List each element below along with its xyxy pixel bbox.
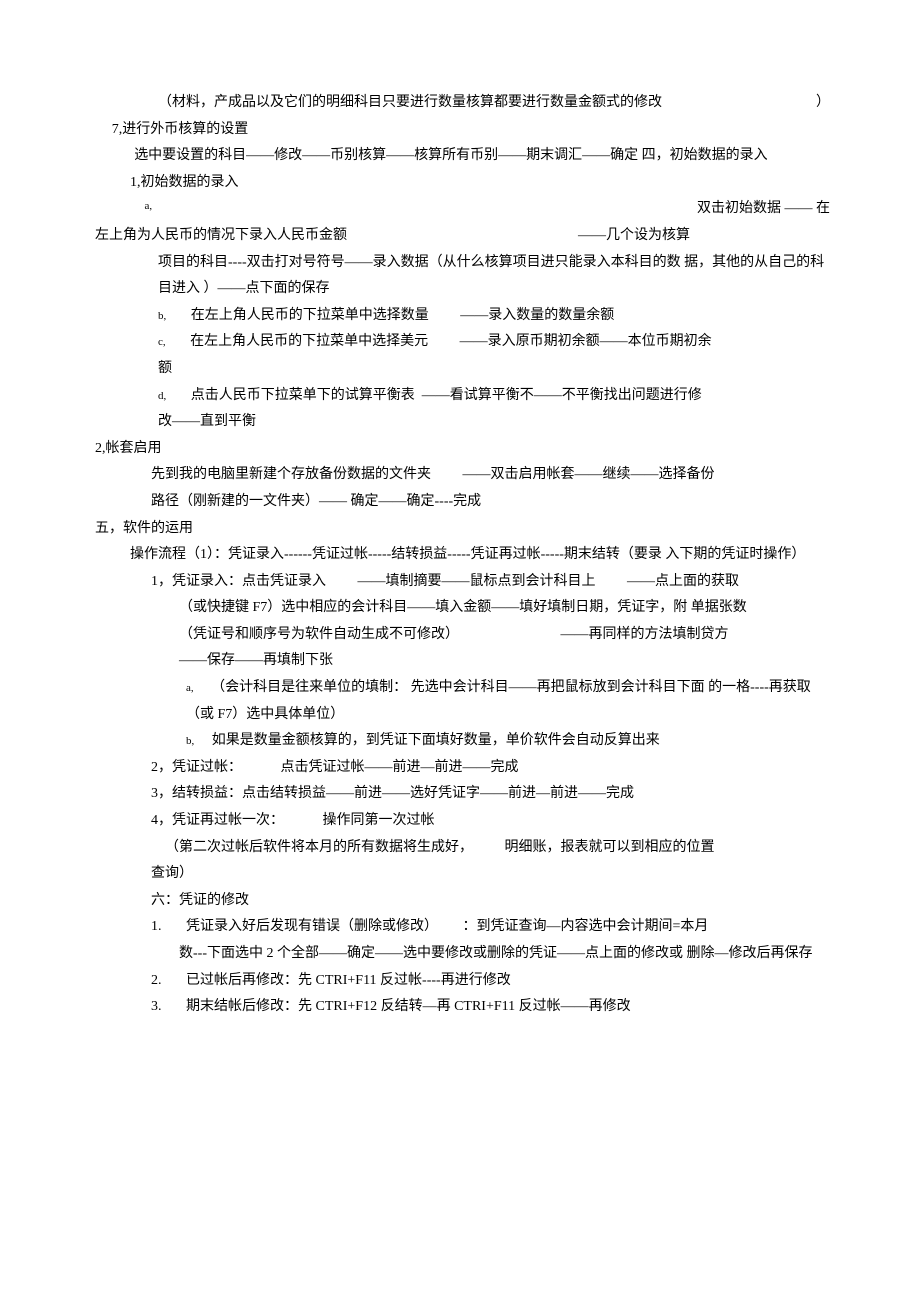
text: 凭证录入好后发现有错误（删除或修改） [165, 919, 438, 934]
text: （凭证号和顺序号为软件自动生成不可修改） [179, 627, 459, 642]
step-1-voucher-input: 1，凭证录入：点击凭证录入 ——填制摘要——鼠标点到会计科目上 ——点上面的获取 [95, 569, 830, 596]
text: 期末结帐后修改：先 CTRI+F12 反结转—再 CTRI+F11 反过帐——再… [165, 999, 631, 1014]
label-d: d, [158, 390, 166, 402]
text: 明细账，报表就可以到相应的位置 [477, 840, 715, 855]
op-flow-1: 操作流程（1）：凭证录入------凭证过帐-----结转损益-----凭证再过… [95, 542, 830, 569]
step-3-transfer: 3，结转损益：点击结转损益——前进——选好凭证字——前进—前进——完成 [95, 781, 830, 808]
step-4-repost: 4，凭证再过帐一次： 操作同第一次过帐 [95, 808, 830, 835]
text: 在左上角人民币的下拉菜单中选择数量 [170, 308, 429, 323]
item-1d-cont: 改——直到平衡 [95, 409, 830, 436]
text: ） [816, 90, 830, 117]
label-b: b, [186, 735, 194, 747]
text: 点击人民币下拉菜单下的试算平衡表 ——看试算平衡不——不平衡找出问题进行修 [170, 388, 702, 403]
text: 左上角为人民币的情况下录入人民币金额 [95, 223, 347, 250]
item-1c: c, 在左上角人民币的下拉菜单中选择美元 ——录入原币期初余额——本位币期初余 [95, 329, 830, 356]
mod-2: 2. 已过帐后再修改：先 CTRI+F11 反过帐----再进行修改 [95, 968, 830, 995]
text: （材料，产成品以及它们的明细科目只要进行数量核算都要进行数量金额式的修改 [95, 90, 662, 117]
step-1-cont2: （凭证号和顺序号为软件自动生成不可修改） ——再同样的方法填制贷方 [95, 622, 830, 649]
label-3: 3. [151, 999, 162, 1014]
line-note-material: （材料，产成品以及它们的明细科目只要进行数量核算都要进行数量金额式的修改 ） [95, 90, 830, 117]
text: ——录入数量的数量余额 [432, 308, 614, 323]
step-1a: a, （会计科目是往来单位的填制： 先选中会计科目——再把鼠标放到会计科目下面 … [95, 675, 830, 728]
item-1a: a, 双击初始数据 —— 在 [95, 196, 830, 223]
text: 操作同第一次过帐 [288, 813, 435, 828]
item-1-initial-data: 1,初始数据的录入 [95, 170, 830, 197]
item-2-account-enable: 2,帐套启用 [95, 436, 830, 463]
step-2-voucher-post: 2，凭证过帐： 点击凭证过帐——前进—前进——完成 [95, 755, 830, 782]
text: （第二次过帐后软件将本月的所有数据将生成好， [165, 840, 473, 855]
text: ——录入原币期初余额——本位币期初余 [432, 334, 712, 349]
item-1d: d, 点击人民币下拉菜单下的试算平衡表 ——看试算平衡不——不平衡找出问题进行修 [95, 383, 830, 410]
label-a: a, [186, 682, 194, 694]
text: 双击初始数据 —— 在 [697, 196, 830, 223]
text: 1，凭证录入：点击凭证录入 [151, 574, 326, 589]
item-7-foreign-currency: 7,进行外币核算的设置 [95, 117, 830, 144]
item-1a-cont2: 项目的科目----双击打对号符号——录入数据（从什么核算项目进只能录入本科目的数… [95, 250, 830, 303]
mod-1-cont: 数---下面选中 2 个全部——确定——选中要修改或删除的凭证——点上面的修改或… [95, 941, 830, 968]
item-2-detail-cont: 路径（刚新建的一文件夹）—— 确定——确定----完成 [95, 489, 830, 516]
text: ——填制摘要——鼠标点到会计科目上 [330, 574, 596, 589]
item-1a-cont: 左上角为人民币的情况下录入人民币金额 ——几个设为核算 [95, 223, 830, 250]
text: 已过帐后再修改：先 CTRI+F11 反过帐----再进行修改 [165, 973, 511, 988]
item-2-detail: 先到我的电脑里新建个存放备份数据的文件夹 ——双击启用帐套——继续——选择备份 [95, 462, 830, 489]
label-b: b, [158, 310, 166, 322]
text: ——点上面的获取 [599, 574, 739, 589]
section-6: 六：凭证的修改 [95, 888, 830, 915]
text: 点击凭证过帐——前进—前进——完成 [246, 760, 519, 775]
step-4-note: （第二次过帐后软件将本月的所有数据将生成好， 明细账，报表就可以到相应的位置 [95, 835, 830, 862]
text: ——几个设为核算 [578, 223, 690, 250]
line-7-detail: 选中要设置的科目——修改——币别核算——核算所有币别——期末调汇——确定 四，初… [95, 143, 830, 170]
step-1-cont1: （或快捷键 F7）选中相应的会计科目——填入金额——填好填制日期，凭证字，附 单… [95, 595, 830, 622]
item-1c-cont: 额 [95, 356, 830, 383]
step-4-note-cont: 查询） [95, 861, 830, 888]
item-1b: b, 在左上角人民币的下拉菜单中选择数量 ——录入数量的数量余额 [95, 303, 830, 330]
text: 在左上角人民币的下拉菜单中选择美元 [169, 334, 428, 349]
section-5: 五，软件的运用 [95, 516, 830, 543]
step-1b: b, 如果是数量金额核算的，到凭证下面填好数量，单价软件会自动反算出来 [95, 728, 830, 755]
text: （会计科目是往来单位的填制： 先选中会计科目——再把鼠标放到会计科目下面 的一格… [186, 680, 811, 722]
text: ：到凭证查询—内容选中会计期间=本月 [442, 919, 709, 934]
text: 4，凭证再过帐一次： [151, 813, 284, 828]
step-1-cont3: ——保存——再填制下张 [95, 648, 830, 675]
mod-3: 3. 期末结帐后修改：先 CTRI+F12 反结转—再 CTRI+F11 反过帐… [95, 994, 830, 1021]
text: 如果是数量金额核算的，到凭证下面填好数量，单价软件会自动反算出来 [198, 733, 660, 748]
mod-1: 1. 凭证录入好后发现有错误（删除或修改） ：到凭证查询—内容选中会计期间=本月 [95, 914, 830, 941]
text: ——再同样的方法填制贷方 [463, 627, 729, 642]
text: ——双击启用帐套——继续——选择备份 [435, 467, 715, 482]
label-a: a, [95, 196, 152, 223]
label-2: 2. [151, 973, 162, 988]
label-c: c, [158, 336, 166, 348]
text: 2，凭证过帐： [151, 760, 242, 775]
text: 先到我的电脑里新建个存放备份数据的文件夹 [151, 467, 431, 482]
label-1: 1. [151, 919, 162, 934]
